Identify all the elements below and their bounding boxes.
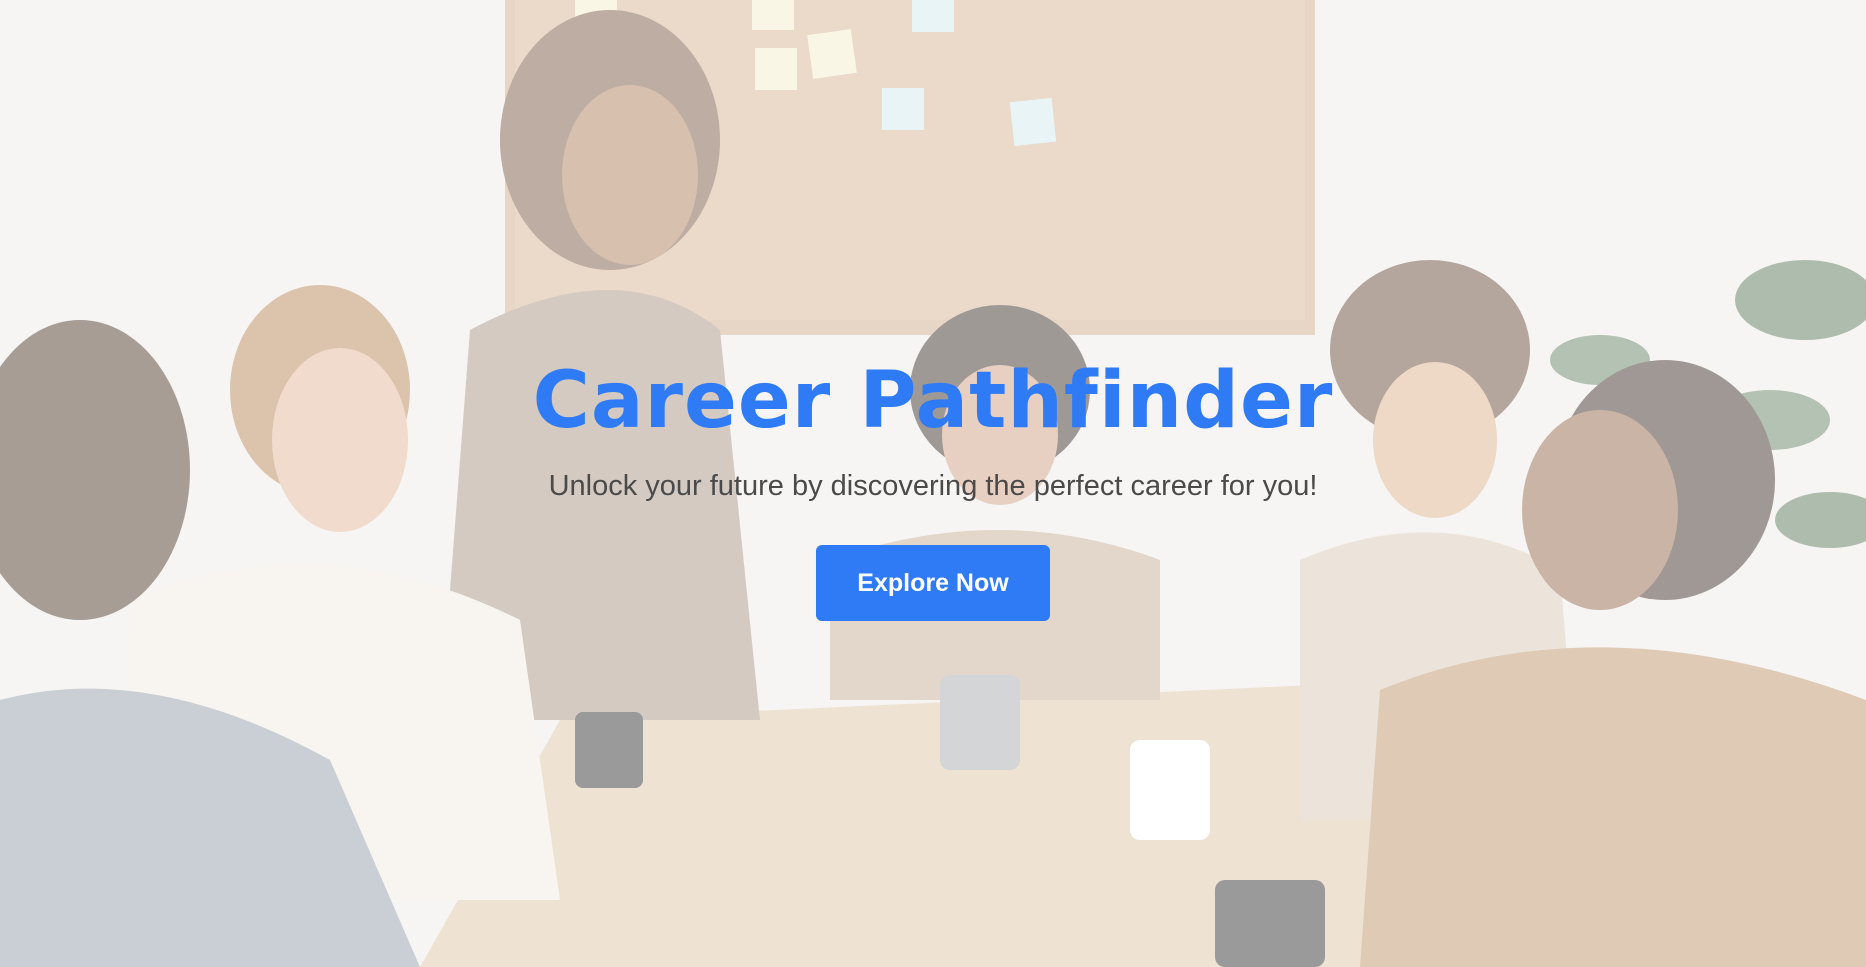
hero-section: Career Pathfinder Unlock your future by … <box>0 0 1866 967</box>
hero-content: Career Pathfinder Unlock your future by … <box>0 355 1866 621</box>
hero-subtitle: Unlock your future by discovering the pe… <box>548 470 1318 502</box>
hero-title: Career Pathfinder <box>532 356 1334 446</box>
explore-now-button[interactable]: Explore Now <box>816 545 1050 621</box>
